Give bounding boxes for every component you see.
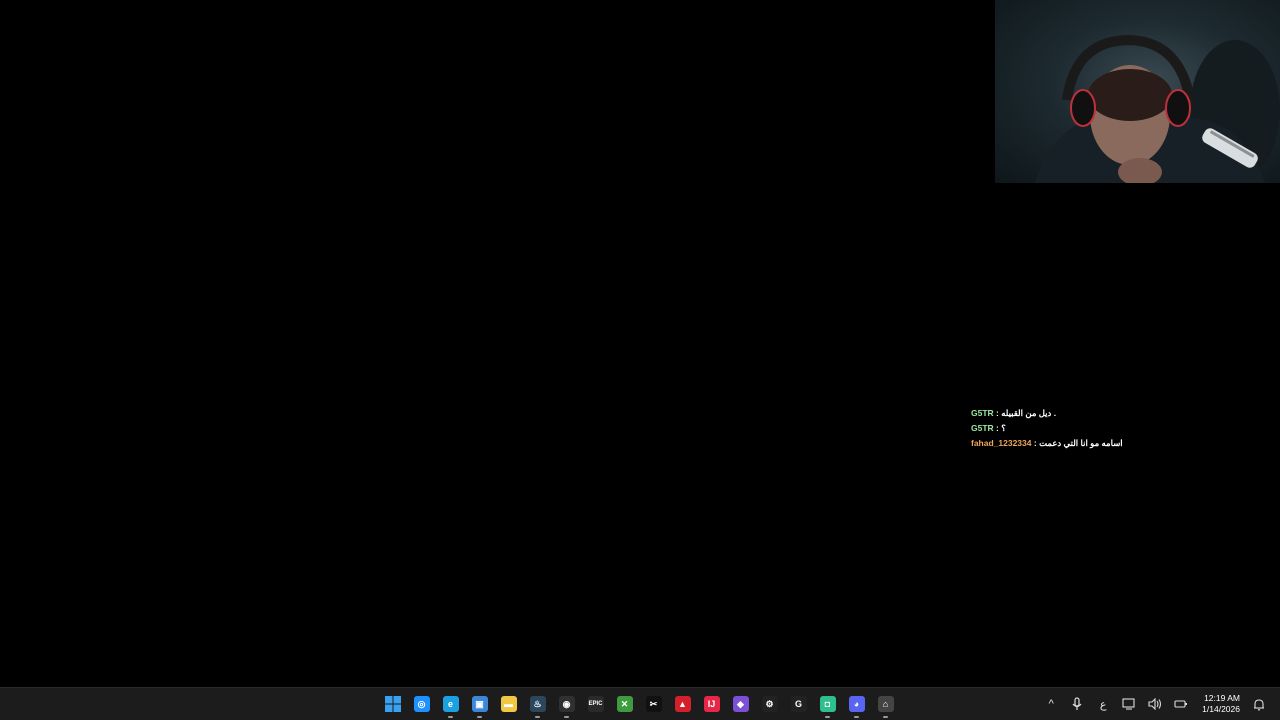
taskbar-app-edge[interactable]: e <box>436 688 465 720</box>
start-icon <box>384 696 401 712</box>
chat-message: fahad_1232334 : اسامه مو انا التي دعمت <box>971 436 1231 451</box>
chat-username: G5TR <box>971 408 994 418</box>
safari-icon: ◎ <box>413 696 430 712</box>
taskbar-app-minecraft[interactable]: ✕ <box>610 688 639 720</box>
chat-message: G5TR : ديل من القبيله . <box>971 406 1231 421</box>
taskbar-app-amd[interactable]: ▲ <box>668 688 697 720</box>
running-indicator <box>448 716 453 718</box>
running-indicator <box>854 716 859 718</box>
taskbar-app-capcut[interactable]: ✂ <box>639 688 668 720</box>
file-explorer-icon: ▬ <box>500 696 517 712</box>
taskbar-app-epic-games[interactable]: EPIC <box>581 688 610 720</box>
volume-icon[interactable] <box>1142 688 1168 720</box>
chat-username: G5TR <box>971 423 994 433</box>
taskbar-app-logitech[interactable]: G <box>784 688 813 720</box>
system-tray: ^ ع 12:19 AM 1/14/2026 <box>1038 688 1280 720</box>
running-indicator <box>564 716 569 718</box>
running-indicator <box>535 716 540 718</box>
taskbar-app-safari[interactable]: ◎ <box>407 688 436 720</box>
discord-icon: ◕ <box>848 696 865 712</box>
chat-text: ديل من القبيله . <box>1001 408 1057 418</box>
taskbar-app-jetbrains[interactable]: IJ <box>697 688 726 720</box>
taskbar-app-start[interactable] <box>378 688 407 720</box>
clock-date: 1/14/2026 <box>1202 704 1240 714</box>
taskbar-app-steelseries[interactable]: ⚙ <box>755 688 784 720</box>
input-language-indicator[interactable]: ع <box>1090 688 1116 720</box>
taskbar-app-steam[interactable]: ♨ <box>523 688 552 720</box>
network-icon[interactable] <box>1116 688 1142 720</box>
webcam-person-illustration <box>1035 34 1280 183</box>
logitech-icon: G <box>790 696 807 712</box>
running-indicator <box>883 716 888 718</box>
steam-icon: ♨ <box>529 696 546 712</box>
chatgpt-icon: ◘ <box>819 696 836 712</box>
chat-text: اسامه مو انا التي دعمت <box>1039 438 1123 448</box>
photos-icon: ▣ <box>471 696 488 712</box>
chat-separator: : <box>1031 438 1040 448</box>
taskbar-apps: ◎ e ▣ ▬ ♨ ◉ EPIC ✕ ✂ ▲ IJ ◆ ⚙ G ◘ ◕ ⌂ <box>378 688 900 720</box>
notification-bell-icon[interactable] <box>1246 688 1280 720</box>
taskbar-app-photos[interactable]: ▣ <box>465 688 494 720</box>
chat-message: G5TR : ؟ <box>971 421 1231 436</box>
steelseries-icon: ⚙ <box>761 696 778 712</box>
chat-overlay: G5TR : ديل من القبيله . G5TR : ؟ fahad_1… <box>971 406 1231 451</box>
taskbar-app-microsoft365[interactable]: ◆ <box>726 688 755 720</box>
edge-icon: e <box>442 696 459 712</box>
microsoft365-icon: ◆ <box>732 696 749 712</box>
minecraft-icon: ✕ <box>616 696 633 712</box>
chat-text: ؟ <box>1001 423 1006 433</box>
taskbar-app-discord[interactable]: ◕ <box>842 688 871 720</box>
taskbar-app-chatgpt[interactable]: ◘ <box>813 688 842 720</box>
capcut-icon: ✂ <box>645 696 662 712</box>
clock-time: 12:19 AM <box>1204 693 1240 703</box>
jetbrains-icon: IJ <box>703 696 720 712</box>
epic-games-icon: EPIC <box>587 696 604 712</box>
taskbar-app-misc-app[interactable]: ⌂ <box>871 688 900 720</box>
webcam-overlay <box>995 0 1280 183</box>
taskbar: ◎ e ▣ ▬ ♨ ◉ EPIC ✕ ✂ ▲ IJ ◆ ⚙ G ◘ ◕ ⌂ ^ ع 12:19 AM 1/14/… <box>0 687 1280 720</box>
taskbar-app-obs[interactable]: ◉ <box>552 688 581 720</box>
amd-icon: ▲ <box>674 696 691 712</box>
taskbar-app-file-explorer[interactable]: ▬ <box>494 688 523 720</box>
battery-icon[interactable] <box>1168 688 1194 720</box>
misc-app-icon: ⌂ <box>877 696 894 712</box>
obs-icon: ◉ <box>558 696 575 712</box>
running-indicator <box>477 716 482 718</box>
clock[interactable]: 12:19 AM 1/14/2026 <box>1194 693 1246 715</box>
microphone-icon[interactable] <box>1064 688 1090 720</box>
running-indicator <box>825 716 830 718</box>
chat-username: fahad_1232334 <box>971 438 1032 448</box>
show-hidden-icons-chevron-icon[interactable]: ^ <box>1038 688 1064 720</box>
